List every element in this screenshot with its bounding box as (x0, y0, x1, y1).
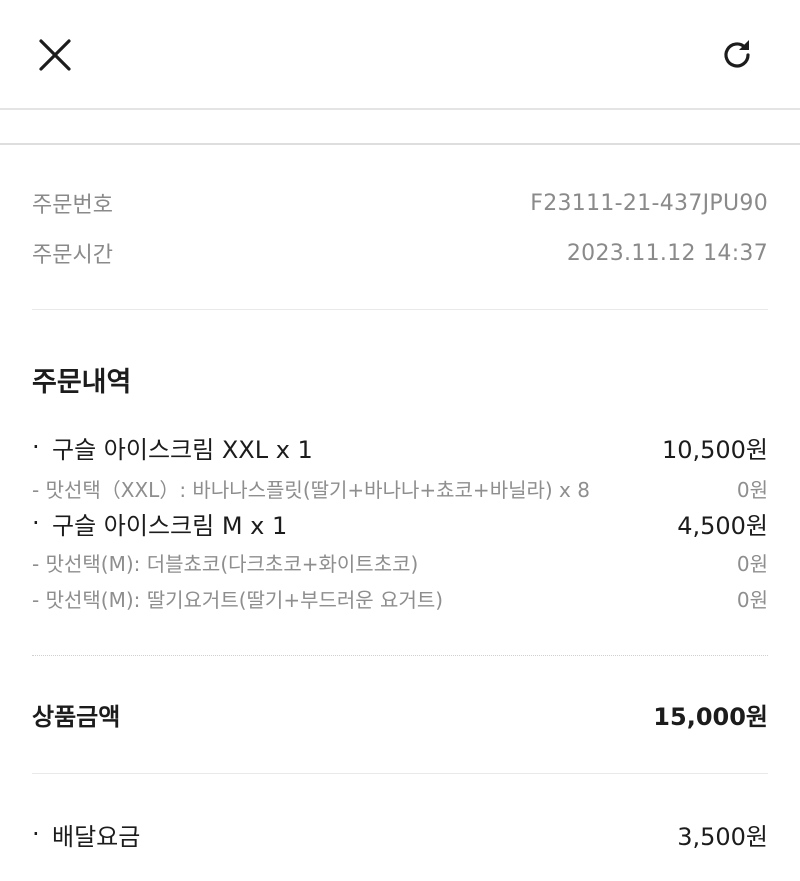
product-total-row: 상품금액 15,000원 (32, 696, 768, 732)
divider (32, 773, 768, 774)
close-icon (39, 39, 71, 71)
item-name: 구슬 아이스크림 XXL x 1 (52, 435, 313, 464)
product-total-label: 상품금액 (32, 702, 121, 731)
item-option: - 맛선택(M): 더블쵸코(다크초코+화이트초코) 0원 (32, 547, 768, 577)
option-price: 0원 (736, 477, 768, 502)
delivery-fee-row: · 배달요금 3,500원 (32, 816, 768, 852)
top-bar (0, 0, 800, 110)
bullet: · (32, 509, 40, 537)
item-price: 4,500원 (677, 511, 768, 540)
product-total-value: 15,000원 (653, 702, 768, 731)
option-text: - 맛선택(M): 딸기요거트(딸기+부드러운 요거트) (32, 587, 444, 612)
header-divider (0, 108, 800, 110)
bullet: · (32, 820, 40, 848)
delivery-fee-label: 배달요금 (52, 822, 141, 851)
order-details-title: 주문내역 (32, 367, 132, 398)
dotted-divider (32, 655, 768, 656)
order-time-label: 주문시간 (32, 243, 113, 268)
close-button[interactable] (31, 31, 79, 79)
option-price: 0원 (736, 551, 768, 576)
option-text: - 맛선택（XXL）: 바나나스플릿(딸기+바나나+쵸코+바닐라) x 8 (32, 477, 590, 502)
order-number-label: 주문번호 (32, 193, 113, 218)
refresh-button[interactable] (713, 31, 761, 79)
list-item: · 구슬 아이스크림 XXL x 1 10,500원 (32, 430, 768, 464)
refresh-icon (724, 40, 750, 68)
order-time-row: 주문시간 2023.11.12 14:37 (32, 236, 768, 270)
item-option: - 맛선택（XXL）: 바나나스플릿(딸기+바나나+쵸코+바닐라) x 8 0원 (32, 473, 768, 503)
bullet: · (32, 433, 40, 461)
divider (32, 309, 768, 310)
order-time-value: 2023.11.12 14:37 (566, 240, 768, 266)
delivery-fee-value: 3,500원 (677, 822, 768, 851)
item-option: - 맛선택(M): 딸기요거트(딸기+부드러운 요거트) 0원 (32, 583, 768, 613)
section-divider (0, 143, 800, 145)
list-item: · 구슬 아이스크림 M x 1 4,500원 (32, 506, 768, 540)
order-number-value: F23111-21-437JPU90 (530, 190, 768, 216)
option-price: 0원 (736, 587, 768, 612)
item-price: 10,500원 (661, 435, 768, 464)
order-number-row: 주문번호 F23111-21-437JPU90 (32, 186, 768, 220)
option-text: - 맛선택(M): 더블쵸코(다크초코+화이트초코) (32, 551, 419, 576)
item-name: 구슬 아이스크림 M x 1 (52, 511, 288, 540)
